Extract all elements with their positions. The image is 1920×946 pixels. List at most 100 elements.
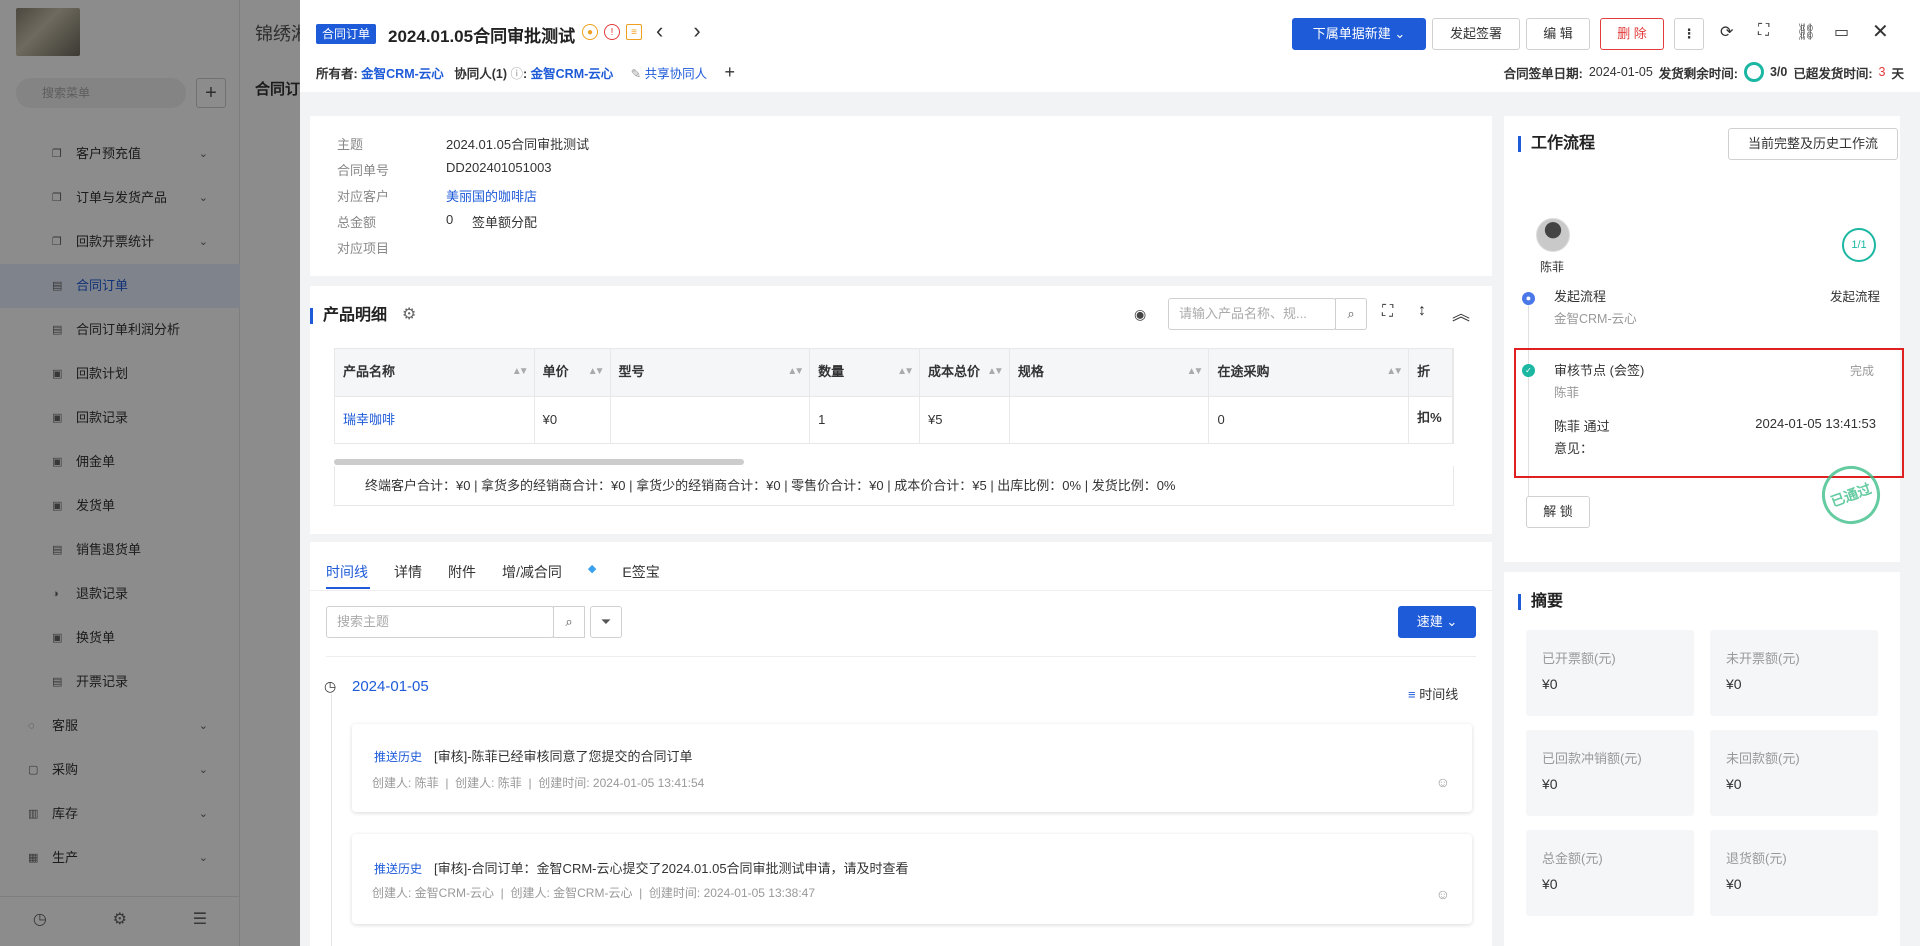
link-icon[interactable]: ⛓ — [1796, 22, 1816, 42]
product-search-input[interactable]: 请输入产品名称、规... — [1168, 298, 1336, 330]
comment-icon[interactable]: ☺ — [1436, 886, 1450, 902]
progress-ring-icon — [1743, 62, 1764, 82]
timeline-item[interactable]: 推送历史 [审核]-合同订单：金智CRM-云心提交了2024.01.05合同审批… — [352, 834, 1472, 924]
settings-icon[interactable]: ⚙ — [402, 304, 416, 324]
summary-box: 未开票额(元) ¥0 — [1710, 630, 1878, 716]
quick-create-button[interactable]: 速建 ⌄ — [1398, 606, 1476, 638]
review-step-sub: 陈菲 — [1554, 386, 1580, 400]
refresh-icon[interactable]: ⟳ — [1720, 22, 1733, 42]
divider — [326, 656, 1476, 657]
sort-icon[interactable]: ▲▼ — [588, 349, 605, 395]
unlock-button[interactable]: 解 锁 — [1526, 496, 1590, 528]
location-icon[interactable]: ◉ — [1134, 306, 1146, 323]
column-header[interactable]: 单价 ▲▼ — [535, 349, 611, 396]
item-tag[interactable]: 推送历史 — [374, 860, 422, 877]
search-icon[interactable]: ⌕ — [553, 606, 585, 638]
table-cell — [611, 397, 811, 443]
timeline-search-input[interactable]: 搜索主题 — [326, 606, 554, 638]
resize-icon[interactable]: ↕ — [1418, 302, 1426, 320]
sort-icon[interactable]: ▲▼ — [897, 349, 914, 395]
summary-value: ¥0 — [1542, 676, 1558, 692]
sort-icon[interactable]: ▲▼ — [512, 349, 529, 395]
help-icon[interactable]: ⓘ — [510, 67, 523, 81]
sort-icon[interactable]: ▲▼ — [1386, 349, 1403, 395]
product-link[interactable]: 瑞幸咖啡 — [335, 397, 535, 443]
fullscreen-icon[interactable]: ⛶ — [1758, 22, 1769, 40]
close-icon[interactable]: ✕ — [1872, 19, 1889, 44]
column-header[interactable]: 成本总价 ▲▼ — [920, 349, 1010, 396]
item-tag[interactable]: 推送历史 — [374, 748, 422, 765]
start-step-title: 发起流程 — [1554, 289, 1607, 304]
item-meta: 创建人: 金智CRM-云心 | 创建人: 金智CRM-云心 | 创建时间: 20… — [372, 886, 816, 900]
expand-icon[interactable]: ⛶ — [1382, 303, 1393, 321]
prev-icon[interactable]: ‹ — [656, 18, 693, 43]
column-label: 在途采购 — [1217, 364, 1270, 379]
new-sub-document-button[interactable]: 下属单据新建 ⌄ — [1292, 18, 1426, 50]
delete-button[interactable]: 删 除 — [1600, 18, 1664, 50]
column-header[interactable]: 在途采购 ▲▼ — [1209, 349, 1410, 396]
search-icon[interactable]: ⌕ — [1335, 298, 1367, 330]
column-header[interactable]: 折扣% — [1409, 349, 1454, 425]
comment-icon[interactable]: ☺ — [1436, 774, 1450, 790]
collapse-up-icon[interactable]: ︽ — [1452, 300, 1470, 326]
start-sign-button[interactable]: 发起签署 — [1432, 18, 1520, 50]
tab-1[interactable]: 详情 — [394, 562, 422, 582]
edit-button[interactable]: 编 辑 — [1526, 18, 1590, 50]
drawer-header: 合同订单 2024.01.05合同审批测试 ● ! ≡ ‹› 下属单据新建 ⌄ … — [300, 0, 1920, 92]
next-icon[interactable]: › — [693, 18, 730, 43]
column-label: 规格 — [1017, 364, 1044, 379]
filter-icon[interactable]: ⏷ — [590, 606, 622, 638]
tab-4[interactable]: E签宝 — [622, 562, 659, 582]
horizontal-scrollbar[interactable] — [334, 459, 744, 465]
info-label: 对应项目 — [337, 241, 390, 256]
sort-icon[interactable]: ▲▼ — [787, 349, 804, 395]
summary-box: 未回款额(元) ¥0 — [1710, 730, 1878, 816]
add-collab-icon[interactable]: + — [725, 62, 736, 82]
timeline-view-toggle[interactable]: ≡ 时间线 — [1408, 684, 1458, 703]
column-header[interactable]: 型号 ▲▼ — [611, 349, 811, 396]
status-icons: ● ! ≡ — [582, 24, 642, 40]
tab-2[interactable]: 附件 — [448, 562, 476, 582]
tab-3[interactable]: 增/减合同 — [502, 562, 562, 582]
table-header: 产品名称 ▲▼ 单价 ▲▼ 型号 ▲▼ 数量 ▲▼ 成本总价 ▲▼ 规格 ▲▼ 在途采购 ▲▼ 折扣% — [335, 349, 1454, 425]
summary-box: 总金额(元) ¥0 — [1526, 830, 1694, 916]
owner-link[interactable]: 金智CRM-云心 — [361, 67, 444, 81]
active-tab-indicator — [326, 587, 370, 589]
more-icon[interactable]: ⋮ — [1674, 18, 1704, 50]
timeline-tabs: 时间线 详情 附件 增/减合同 ◆ E签宝 — [326, 562, 660, 582]
column-label: 型号 — [618, 364, 645, 379]
review-status: 完成 — [1849, 364, 1874, 378]
tab-0[interactable]: 时间线 — [326, 562, 368, 582]
timeline-item[interactable]: 推送历史 [审核]-陈菲已经审核同意了您提交的合同订单 创建人: 陈菲 | 创建… — [352, 724, 1472, 812]
avatar — [1536, 218, 1570, 252]
history-workflow-button[interactable]: 当前完整及历史工作流 — [1728, 128, 1898, 160]
summary-title: 摘要 — [1518, 594, 1563, 610]
customer-link[interactable]: 美丽国的咖啡店 — [446, 186, 537, 205]
column-header[interactable]: 产品名称 ▲▼ — [335, 349, 535, 396]
window-icon[interactable]: ▭ — [1834, 22, 1849, 42]
edit-pen-icon: ✎ — [630, 67, 642, 81]
column-label: 成本总价 — [927, 364, 980, 379]
document-icon[interactable]: ≡ — [626, 24, 642, 40]
share-collab-link[interactable]: 共享协同人 — [645, 67, 708, 81]
alert-icon[interactable]: ! — [604, 24, 620, 40]
summary-value: ¥0 — [1542, 876, 1558, 892]
column-header[interactable]: 数量 ▲▼ — [810, 349, 920, 396]
summary-card: 摘要 已开票额(元) ¥0 未开票额(元) ¥0 已回款冲销额(元) ¥0 未回款额(元) ¥… — [1504, 572, 1900, 946]
type-tag: 合同订单 — [316, 24, 377, 44]
clock-icon[interactable]: ● — [582, 24, 598, 40]
info-card: 主题 2024.01.05合同审批测试 合同单号 DD202401051003 对应客户… — [310, 116, 1492, 276]
detail-drawer: 合同订单 2024.01.05合同审批测试 ● ! ≡ ‹› 下属单据新建 ⌄ … — [300, 0, 1920, 946]
workflow-card: 工作流程 当前完整及历史工作流 陈菲 1/1 ● 发起流程 金智CRM-云心 发… — [1504, 116, 1904, 562]
table-cell: ¥0 — [535, 397, 611, 443]
collab-link[interactable]: 金智CRM-云心 — [531, 67, 614, 81]
sign-split-link[interactable]: 签单额分配 — [472, 212, 537, 231]
sort-icon[interactable]: ▲▼ — [1187, 349, 1204, 395]
sort-icon[interactable]: ▲▼ — [987, 349, 1004, 395]
products-card: 产品明细 ⚙ ◉ 请输入产品名称、规... ⌕ ⛶ ↕ ︽ 产品名称 ▲▼ 单价 ▲▼… — [310, 286, 1492, 534]
timeline-date: 2024-01-05 — [352, 678, 429, 695]
owner-label: 所有者: — [316, 67, 358, 81]
summary-label: 未开票额(元) — [1726, 651, 1800, 666]
column-header[interactable]: 规格 ▲▼ — [1010, 349, 1210, 396]
table-row[interactable]: 瑞幸咖啡 ¥0 1 ¥5 0 — [335, 397, 1454, 443]
